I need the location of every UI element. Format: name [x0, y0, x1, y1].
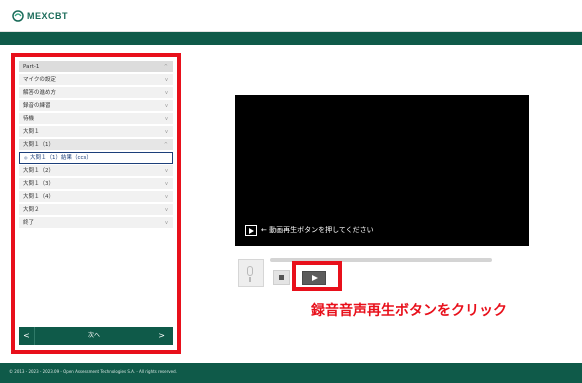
sidebar-item-standby[interactable]: 待機 v — [19, 113, 173, 125]
chevron-down-icon: v — [165, 77, 168, 83]
sidebar-item-end[interactable]: 終了 v — [19, 217, 173, 229]
sidebar-item-label: 大問１（4） — [23, 194, 54, 200]
instruction-annotation: 録音音声再生ボタンをクリック — [311, 303, 507, 319]
logo: MEXCBT — [12, 9, 68, 23]
logo-text: MEXCBT — [27, 11, 68, 21]
chevron-down-icon: v — [165, 129, 168, 135]
next-button[interactable]: 次へ > — [35, 327, 173, 345]
sidebar-item-label: 大問１ — [23, 129, 40, 135]
chevron-down-icon: v — [165, 103, 168, 109]
video-hint-text: ← 動画再生ボタンを押してください — [261, 226, 374, 234]
sidebar-item-label: 終了 — [23, 220, 35, 226]
video-hint: ← 動画再生ボタンを押してください — [245, 224, 374, 236]
sidebar-item-label: 大問２ — [23, 207, 40, 213]
sidebar-item-question-1[interactable]: 大問１ v — [19, 126, 173, 138]
sidebar-item-label: 大問１（1）結果（ccs） — [30, 155, 92, 161]
chevron-up-icon: ^ — [163, 142, 168, 148]
chevron-down-icon: v — [165, 194, 168, 200]
sidebar-item-question-2[interactable]: 大問２ v — [19, 204, 173, 216]
play-icon — [245, 224, 257, 236]
chevron-down-icon: v — [165, 207, 168, 213]
sidebar-item-how-to-answer[interactable]: 解答の進め方 v — [19, 87, 173, 99]
chevron-down-icon: v — [165, 116, 168, 122]
next-button-label: 次へ — [87, 332, 100, 339]
sidebar-item-question-1-1[interactable]: 大問１（1） ^ — [19, 139, 173, 151]
chevron-down-icon: v — [165, 181, 168, 187]
chevron-down-icon: v — [165, 168, 168, 174]
sidebar-item-label: 大問１（2） — [23, 168, 54, 174]
sidebar-item-mic-setup[interactable]: マイクの設定 v — [19, 74, 173, 86]
sidebar-item-question-1-2[interactable]: 大問１（2） v — [19, 165, 173, 177]
sidebar-item-label: マイクの設定 — [23, 77, 56, 83]
footer: © 2013 - 2023 - 2023.09 - Open Assessmen… — [0, 363, 582, 383]
sidebar-item-label: Part-1 — [23, 64, 40, 70]
sidebar-item-part-1[interactable]: Part-1 ^ — [19, 61, 173, 73]
copyright-text: © 2013 - 2023 - 2023.09 - Open Assessmen… — [9, 369, 177, 374]
sidebar-item-question-1-4[interactable]: 大問１（4） v — [19, 191, 173, 203]
app-header: MEXCBT — [0, 0, 582, 32]
recording-playback-button[interactable] — [302, 271, 326, 285]
sidebar-item-label: 大問１（1） — [23, 142, 54, 148]
sidebar-highlight-frame: Part-1 ^ マイクの設定 v 解答の進め方 v 録音の練習 v 待機 v … — [11, 53, 181, 354]
sidebar-item-label: 録音の練習 — [23, 103, 51, 109]
video-player[interactable]: ← 動画再生ボタンを押してください — [235, 95, 529, 246]
chevron-up-icon: ^ — [163, 64, 168, 70]
microphone-stem — [249, 277, 251, 282]
chevron-right-icon: > — [158, 331, 165, 340]
logo-icon — [12, 10, 24, 22]
previous-button[interactable]: < — [19, 327, 35, 345]
microphone-icon — [247, 266, 253, 276]
sidebar-item-recording-practice[interactable]: 録音の練習 v — [19, 100, 173, 112]
microphone-indicator — [238, 259, 264, 287]
sidebar-nav: Part-1 ^ マイクの設定 v 解答の進め方 v 録音の練習 v 待機 v … — [19, 61, 173, 346]
stop-button[interactable] — [273, 270, 290, 285]
sidebar-item-label: 大問１（3） — [23, 181, 54, 187]
chevron-down-icon: v — [165, 90, 168, 96]
header-band — [0, 32, 582, 45]
current-item-icon: ◎ — [24, 155, 28, 160]
sidebar-item-label: 待機 — [23, 116, 35, 122]
chevron-down-icon: v — [165, 220, 168, 226]
sidebar-item-label: 解答の進め方 — [23, 90, 57, 96]
bottom-navigation: < 次へ > — [19, 327, 173, 345]
sidebar-item-question-1-1-result[interactable]: ◎ 大問１（1）結果（ccs） — [19, 152, 173, 164]
sidebar-item-question-1-3[interactable]: 大問１（3） v — [19, 178, 173, 190]
